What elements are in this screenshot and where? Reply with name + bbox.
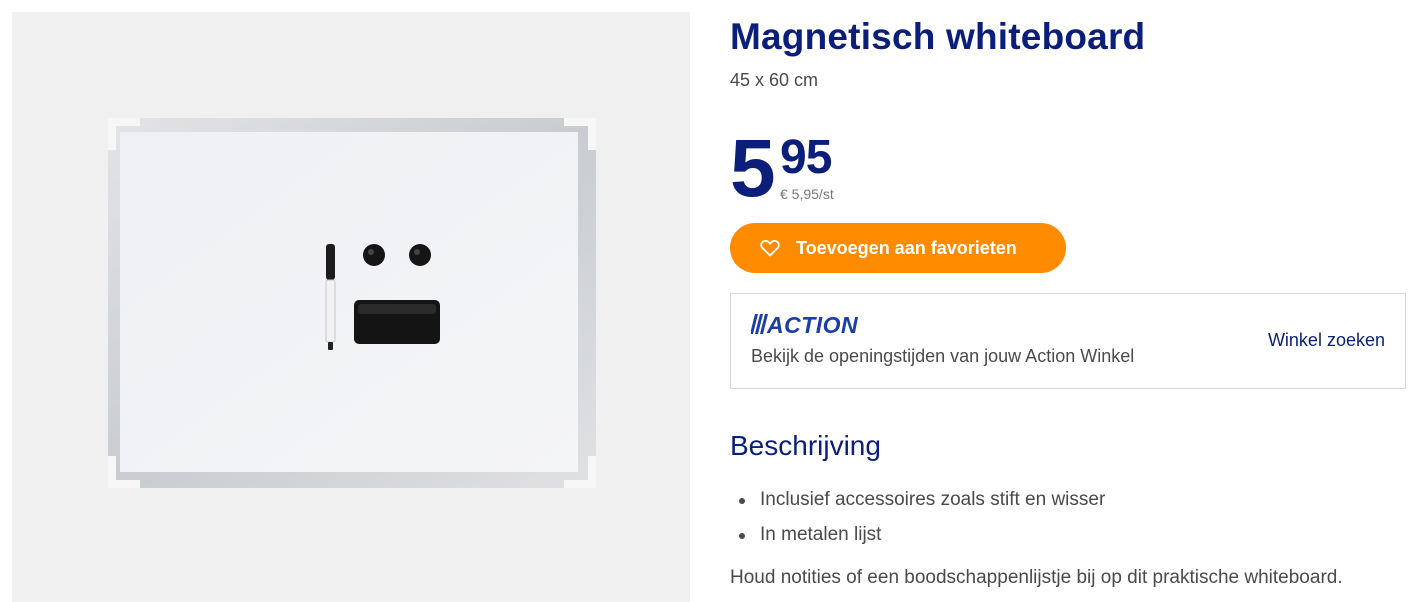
add-to-favorites-button[interactable]: Toevoegen aan favorieten bbox=[730, 223, 1066, 273]
feature-list: Inclusief accessoires zoals stift en wis… bbox=[730, 486, 1105, 556]
heart-outline-icon bbox=[760, 239, 780, 257]
price-decimals: 95 bbox=[780, 131, 832, 184]
whiteboard-image bbox=[108, 118, 596, 488]
svg-text:ACTION: ACTION bbox=[766, 312, 858, 336]
unit-price: € 5,95/st bbox=[780, 186, 834, 202]
product-title: Magnetisch whiteboard bbox=[730, 16, 1146, 57]
description-heading: Beschrijving bbox=[730, 430, 881, 461]
feature-text: Inclusief accessoires zoals stift en wis… bbox=[760, 489, 1106, 510]
action-logo: ACTION bbox=[751, 312, 858, 336]
list-item: Inclusief accessoires zoals stift en wis… bbox=[730, 486, 1105, 521]
bullet-icon bbox=[739, 533, 745, 539]
bullet-icon bbox=[739, 498, 745, 504]
price-integer: 5 bbox=[730, 123, 776, 214]
feature-text: In metalen lijst bbox=[760, 524, 882, 545]
list-item: In metalen lijst bbox=[730, 521, 1105, 556]
product-size: 45 x 60 cm bbox=[730, 70, 819, 90]
store-hours-text: Bekijk de openingstijden van jouw Action… bbox=[751, 346, 1135, 366]
store-finder-box: ACTION Bekijk de openingstijden van jouw… bbox=[730, 293, 1406, 389]
description-text: Houd notities of een boodschappenlijstje… bbox=[730, 567, 1343, 588]
find-store-link[interactable]: Winkel zoeken bbox=[1268, 330, 1385, 351]
add-to-favorites-label: Toevoegen aan favorieten bbox=[796, 237, 1017, 258]
product-image bbox=[12, 12, 690, 602]
